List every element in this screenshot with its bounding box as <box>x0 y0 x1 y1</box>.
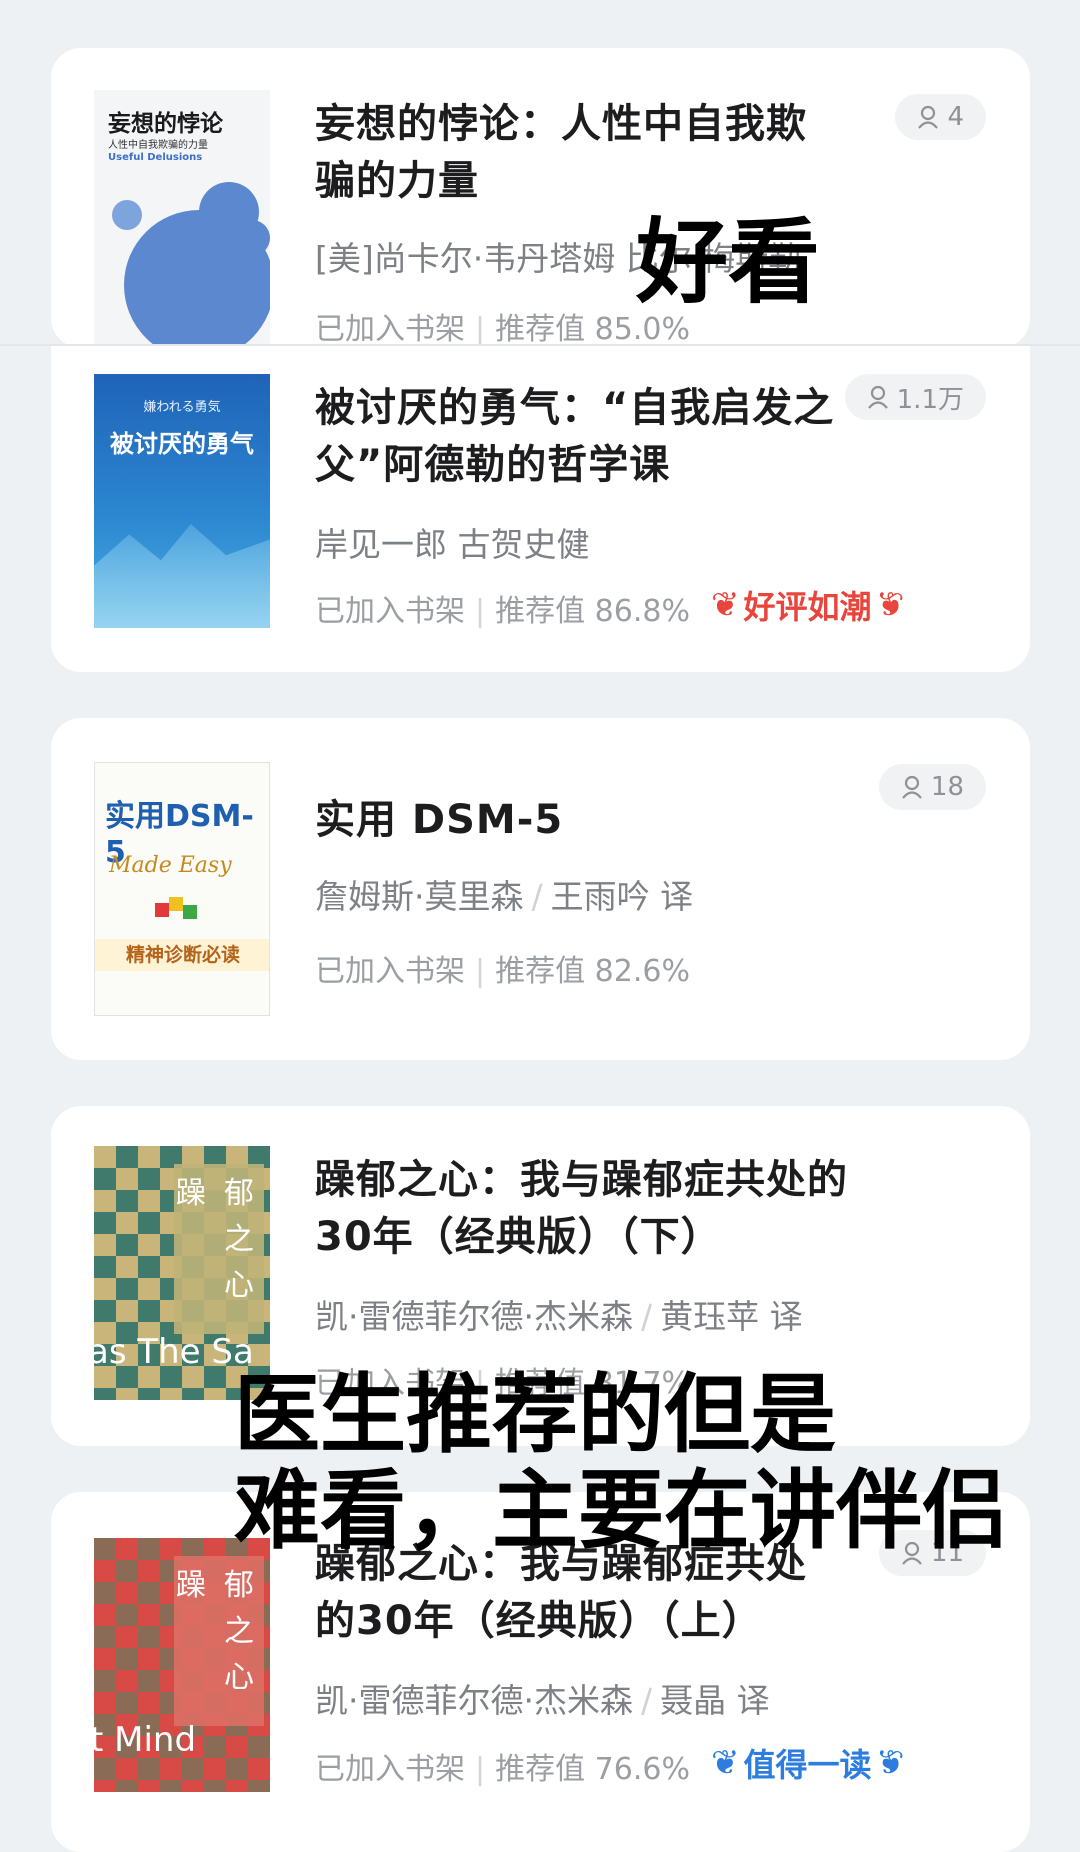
book-cover-5[interactable]: 躁 郁 之 心 t Mind <box>94 1538 270 1792</box>
cover-japanese-title: 嫌われる勇気 <box>143 400 221 415</box>
book-cover-2[interactable]: 嫌われる勇気 被讨厌的勇气 <box>94 374 270 628</box>
translator-name: 黄珏苹 译 <box>660 1297 803 1336</box>
book-cover-1[interactable]: 妄想的悖论 人性中自我欺骗的力量 Useful Delusions <box>94 90 270 344</box>
shelf-status: 已加入书架 <box>315 312 465 347</box>
cover-char-2: 郁 <box>224 1568 254 1603</box>
laurel-left-icon: ❦ <box>711 585 740 625</box>
reader-count: 4 <box>947 102 964 132</box>
cover-band: 精神诊断必读 <box>95 939 269 971</box>
cover-english-text: as The Sa <box>94 1332 254 1372</box>
laurel-right-icon: ❦ <box>875 585 905 625</box>
book-author: 凯·雷德菲尔德·杰米森 / 黄珏苹 译 <box>315 1297 803 1336</box>
book-author: 詹姆斯·莫里森 / 王雨吟 译 <box>315 877 694 916</box>
cover-english-title: Useful Delusions <box>108 152 203 163</box>
book-cover-3[interactable]: 实用DSM-5 Made Easy 精神诊断必读 <box>94 762 270 1016</box>
cover-title: 被讨厌的勇气 <box>110 430 254 458</box>
reader-count: 1.1万 <box>896 384 964 415</box>
overlay-caption-line2: 难看，主要在讲伴侣 <box>234 1461 1008 1561</box>
cover-script: Made Easy <box>109 853 232 878</box>
recommend-value: 推荐值 76.6% <box>495 1752 690 1787</box>
shelf-status: 已加入书架 <box>315 954 465 989</box>
reader-count: 18 <box>930 772 964 802</box>
recommend-value: 推荐值 82.6% <box>495 954 690 989</box>
book-meta: 已加入书架 | 推荐值 76.6% <box>315 1752 690 1787</box>
shelf-status: 已加入书架 <box>315 1752 465 1787</box>
cover-char-3: 之 <box>224 1222 254 1257</box>
reader-count-badge[interactable]: 18 <box>878 764 986 810</box>
book-card-2[interactable]: 嫌われる勇気 被讨厌的勇气 被讨厌的勇气：“自我启发之父”阿德勒的哲学课 岸见一… <box>51 346 1030 672</box>
cover-char-4: 心 <box>224 1660 254 1695</box>
book-title[interactable]: 被讨厌的勇气：“自我启发之父”阿德勒的哲学课 <box>315 380 835 494</box>
worth-reading-tag: ❦ 值得一读 ❦ <box>711 1740 904 1786</box>
person-icon <box>918 105 939 129</box>
cover-char-4: 心 <box>224 1268 254 1303</box>
translator-name: 王雨吟 译 <box>550 877 694 916</box>
cover-subtitle: 人性中自我欺骗的力量 <box>108 140 208 151</box>
translator-name: 聂晶 译 <box>660 1681 770 1720</box>
book-meta: 已加入书架 | 推荐值 82.6% <box>315 954 690 989</box>
cover-char-1: 躁 <box>176 1568 206 1603</box>
worth-reading-label: 值得一读 <box>743 1746 872 1784</box>
laurel-left-icon: ❦ <box>711 1743 740 1783</box>
praise-tag: ❦ 好评如潮 ❦ <box>711 582 904 628</box>
book-author: 凯·雷德菲尔德·杰米森 / 聂晶 译 <box>315 1681 770 1720</box>
author-name: 詹姆斯·莫里森 <box>315 877 524 916</box>
cover-char-1: 躁 <box>176 1176 206 1211</box>
shelf-status: 已加入书架 <box>315 594 465 629</box>
book-title[interactable]: 躁郁之心：我与躁郁症共处的30年（经典版）（下） <box>315 1152 895 1266</box>
book-meta: 已加入书架 | 推荐值 85.0% <box>315 312 690 347</box>
person-icon <box>902 775 922 799</box>
reader-count-badge[interactable]: 1.1万 <box>844 374 986 420</box>
book-author: 岸见一郎 古贺史健 <box>315 525 590 564</box>
author-name: 凯·雷德菲尔德·杰米森 <box>315 1681 633 1720</box>
recommend-value: 推荐值 86.8% <box>495 594 690 629</box>
praise-tag-label: 好评如潮 <box>743 588 872 626</box>
book-card-3[interactable]: 实用DSM-5 Made Easy 精神诊断必读 实用 DSM-5 詹姆斯·莫里… <box>51 718 1030 1060</box>
book-title[interactable]: 实用 DSM-5 <box>315 792 835 849</box>
author-name: 凯·雷德菲尔德·杰米森 <box>315 1297 633 1336</box>
reader-count-badge[interactable]: 4 <box>895 94 986 140</box>
book-card-1[interactable]: 妄想的悖论 人性中自我欺骗的力量 Useful Delusions 妄想的悖论：… <box>51 48 1030 348</box>
overlay-caption-good: 好看 <box>636 209 821 316</box>
cover-char-2: 郁 <box>224 1176 254 1211</box>
cover-char-3: 之 <box>224 1614 254 1649</box>
person-icon <box>867 385 888 409</box>
laurel-right-icon: ❦ <box>875 1743 905 1783</box>
cover-title: 妄想的悖论 <box>108 111 223 137</box>
cover-english-text: t Mind <box>94 1720 197 1760</box>
book-meta: 已加入书架 | 推荐值 86.8% <box>315 594 690 629</box>
